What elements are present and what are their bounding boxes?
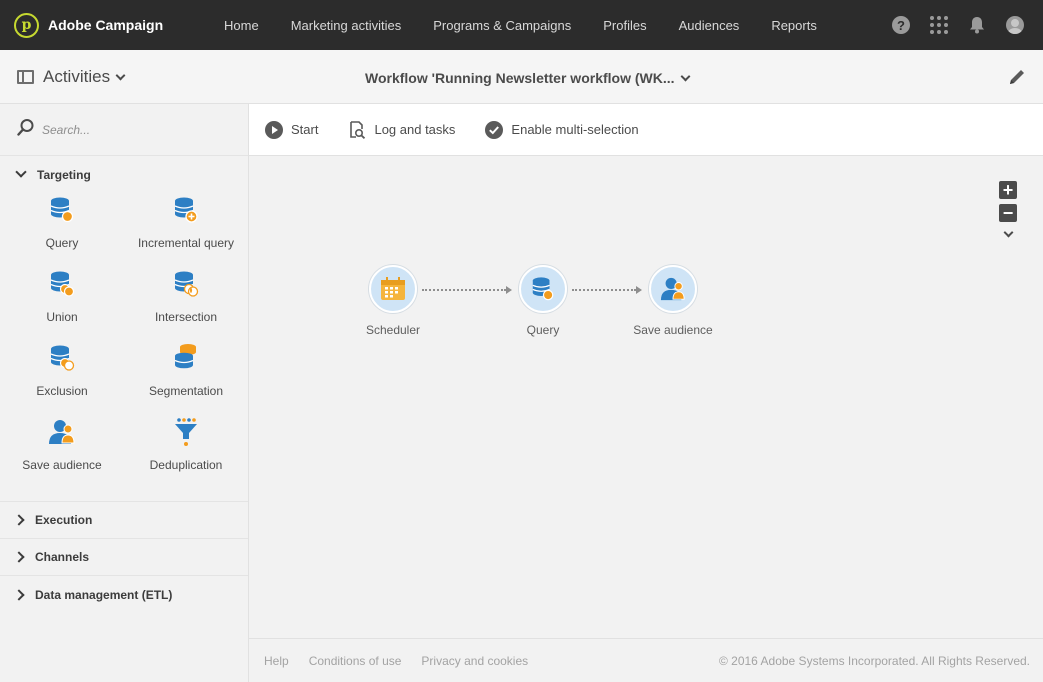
activity-query[interactable]: Query [0, 193, 124, 267]
workflow-title[interactable]: Workflow 'Running Newsletter workflow (W… [365, 70, 690, 86]
activity-label: Exclusion [36, 384, 88, 398]
activity-label: Intersection [154, 310, 218, 324]
section-title: Execution [35, 513, 93, 527]
activity-incremental-query[interactable]: Incremental query [124, 193, 248, 267]
top-icons: ? [875, 13, 1027, 37]
activity-deduplication[interactable]: Deduplication [124, 415, 248, 489]
workflow-header-bar: Activities Workflow 'Running Newsletter … [0, 50, 1043, 104]
nav-programs-campaigns[interactable]: Programs & Campaigns [433, 18, 571, 33]
section-data-management[interactable]: Data management (ETL) [0, 576, 248, 613]
section-title: Channels [35, 550, 90, 564]
workflow-node-scheduler[interactable]: Scheduler [343, 265, 443, 337]
activity-label: Incremental query [137, 236, 235, 250]
zoom-controls: + − [999, 181, 1017, 238]
app-name: Adobe Campaign [48, 17, 164, 33]
chevron-down-icon [680, 71, 690, 81]
log-search-icon [350, 120, 366, 139]
activities-label: Activities [43, 67, 111, 86]
scheduler-icon [381, 277, 405, 300]
nav-marketing-activities[interactable]: Marketing activities [291, 18, 402, 33]
node-circle [519, 265, 567, 313]
incremental-query-icon [174, 197, 198, 223]
footer-link-conditions[interactable]: Conditions of use [309, 654, 402, 668]
workflow-node-query[interactable]: Query [493, 265, 593, 337]
apps-grid-icon[interactable] [927, 13, 951, 37]
node-circle [649, 265, 697, 313]
nav-profiles[interactable]: Profiles [603, 18, 646, 33]
palette-search [0, 104, 248, 156]
pencil-icon[interactable] [1007, 67, 1027, 87]
brand[interactable]: p Adobe Campaign [14, 12, 214, 38]
activity-label: Union [46, 310, 78, 324]
targeting-activities: Query Incremental query Union Intersecti… [0, 193, 248, 502]
activity-label: Segmentation [148, 384, 224, 398]
search-input[interactable] [42, 122, 232, 137]
footer-link-privacy[interactable]: Privacy and cookies [421, 654, 528, 668]
activity-label: Save audience [22, 458, 102, 472]
activity-save-audience[interactable]: Save audience [0, 415, 124, 489]
section-title: Data management (ETL) [35, 587, 173, 602]
log-label: Log and tasks [374, 122, 456, 137]
workflow-title-text: Workflow 'Running Newsletter workflow (W… [365, 70, 675, 86]
help-icon[interactable]: ? [889, 13, 913, 37]
activities-palette: Targeting Query Incremental query [0, 104, 249, 682]
query-icon [532, 277, 554, 301]
start-label: Start [291, 122, 319, 137]
save-audience-icon [660, 277, 685, 301]
node-label: Scheduler [365, 323, 421, 337]
log-and-tasks-button[interactable]: Log and tasks [348, 120, 456, 139]
zoom-in-button[interactable]: + [999, 181, 1017, 199]
activity-label: Query [45, 236, 79, 250]
section-title: Targeting [37, 167, 91, 182]
chevron-right-icon [13, 588, 25, 601]
workflow-canvas[interactable]: + − Scheduler Query Save audience [249, 156, 1043, 638]
user-avatar-icon[interactable] [1003, 13, 1027, 37]
check-circle-icon [485, 120, 504, 139]
segmentation-icon [174, 344, 196, 369]
nav-reports[interactable]: Reports [771, 18, 817, 33]
footer-link-help[interactable]: Help [264, 654, 289, 668]
multi-selection-label: Enable multi-selection [511, 122, 639, 137]
section-channels[interactable]: Channels [0, 539, 248, 576]
play-icon [265, 120, 283, 139]
activity-intersection[interactable]: Intersection [124, 267, 248, 341]
top-navigation-bar: p Adobe Campaign Home Marketing activiti… [0, 0, 1043, 50]
exclusion-icon [50, 345, 75, 371]
zoom-out-button[interactable]: − [999, 204, 1017, 222]
chevron-right-icon [13, 551, 25, 563]
node-label: Query [526, 323, 560, 337]
section-execution[interactable]: Execution [0, 502, 248, 539]
query-icon [50, 197, 74, 223]
enable-multi-selection-button[interactable]: Enable multi-selection [485, 120, 639, 139]
adobe-campaign-logo: p [14, 12, 39, 38]
search-icon [17, 118, 35, 141]
start-button[interactable]: Start [265, 120, 319, 139]
workflow-node-save-audience[interactable]: Save audience [623, 265, 723, 337]
nav-home[interactable]: Home [224, 18, 259, 33]
node-circle [369, 265, 417, 313]
deduplication-icon [175, 418, 197, 446]
activities-panel-toggle[interactable]: Activities [17, 67, 126, 87]
main-nav: Home Marketing activities Programs & Cam… [224, 18, 849, 33]
chevron-down-icon [15, 166, 27, 178]
chevron-down-icon [115, 70, 126, 80]
save-audience-icon [49, 420, 75, 444]
workflow-toolbar: Start Log and tasks Enable multi-selecti… [249, 104, 1043, 156]
footer: Help Conditions of use Privacy and cooki… [249, 638, 1043, 682]
panel-icon [17, 70, 34, 84]
bell-icon[interactable] [965, 13, 989, 37]
activity-label: Deduplication [149, 458, 223, 472]
union-icon [50, 271, 75, 297]
section-targeting[interactable]: Targeting [0, 156, 248, 193]
chevron-right-icon [13, 514, 25, 526]
intersection-icon [174, 271, 199, 297]
chevron-down-icon[interactable] [1003, 227, 1013, 238]
nav-audiences[interactable]: Audiences [679, 18, 740, 33]
copyright: © 2016 Adobe Systems Incorporated. All R… [718, 653, 1030, 668]
activity-segmentation[interactable]: Segmentation [124, 341, 248, 415]
activity-exclusion[interactable]: Exclusion [0, 341, 124, 415]
activity-union[interactable]: Union [0, 267, 124, 341]
node-label: Save audience [633, 323, 713, 337]
